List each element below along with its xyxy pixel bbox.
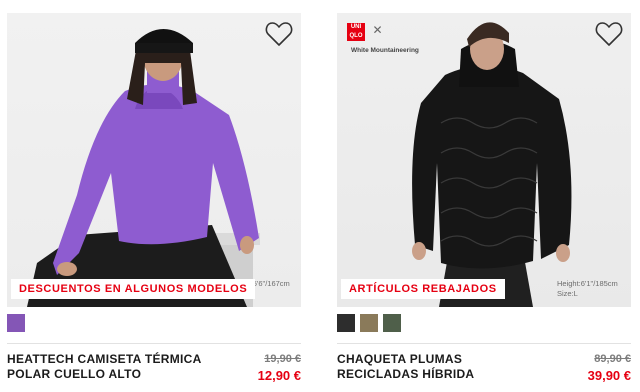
sale-price: 39,90 € [587, 368, 631, 383]
product-info: HEATTECH CAMISETA TÉRMICA POLAR CUELLO A… [7, 352, 301, 384]
model-size: Size:L [557, 289, 578, 298]
color-swatch-black[interactable] [337, 314, 355, 332]
favorite-heart-icon[interactable] [265, 21, 293, 47]
product-card[interactable]: UNI QLO ✕ White Mountaineering Height:6'1… [337, 13, 631, 384]
product-image[interactable]: UNI QLO ✕ White Mountaineering Height:6'1… [337, 13, 631, 307]
product-name[interactable]: HEATTECH CAMISETA TÉRMICA POLAR CUELLO A… [7, 352, 217, 384]
promo-badge: DESCUENTOS EN ALGUNOS MODELOS [11, 279, 256, 299]
original-price: 89,90 € [594, 353, 631, 365]
divider [7, 343, 301, 344]
product-image[interactable]: Height:5'6"/167cm Size:S DESCUENTOS EN A… [7, 13, 301, 307]
favorite-heart-icon[interactable] [595, 21, 623, 47]
color-swatches [7, 314, 301, 336]
color-swatch-olive[interactable] [383, 314, 401, 332]
divider [337, 343, 631, 344]
sale-price: 12,90 € [257, 368, 301, 383]
uniqlo-logo: UNI QLO [347, 23, 365, 41]
collab-cross-icon: ✕ [372, 23, 383, 37]
model-photo [412, 22, 572, 307]
color-swatch-brown[interactable] [360, 314, 378, 332]
collab-label: White Mountaineering [351, 47, 419, 54]
product-info: CHAQUETA PLUMAS RECICLADAS HÍBRIDA 89,90… [337, 352, 631, 384]
promo-badge: ARTÍCULOS REBAJADOS [341, 279, 505, 299]
color-swatches [337, 314, 631, 336]
model-height: Height:6'1"/185cm [557, 279, 618, 288]
color-swatch-purple[interactable] [7, 314, 25, 332]
price-block: 19,90 € 12,90 € [258, 352, 301, 384]
product-card[interactable]: Height:5'6"/167cm Size:S DESCUENTOS EN A… [7, 13, 301, 384]
model-photo [27, 29, 260, 307]
brand-logo: UNI QLO ✕ White Mountaineering [347, 23, 419, 54]
original-price: 19,90 € [264, 353, 301, 365]
product-name[interactable]: CHAQUETA PLUMAS RECICLADAS HÍBRIDA [337, 352, 547, 384]
price-block: 89,90 € 39,90 € [588, 352, 631, 384]
model-info: Height:6'1"/185cm Size:L [557, 279, 618, 299]
